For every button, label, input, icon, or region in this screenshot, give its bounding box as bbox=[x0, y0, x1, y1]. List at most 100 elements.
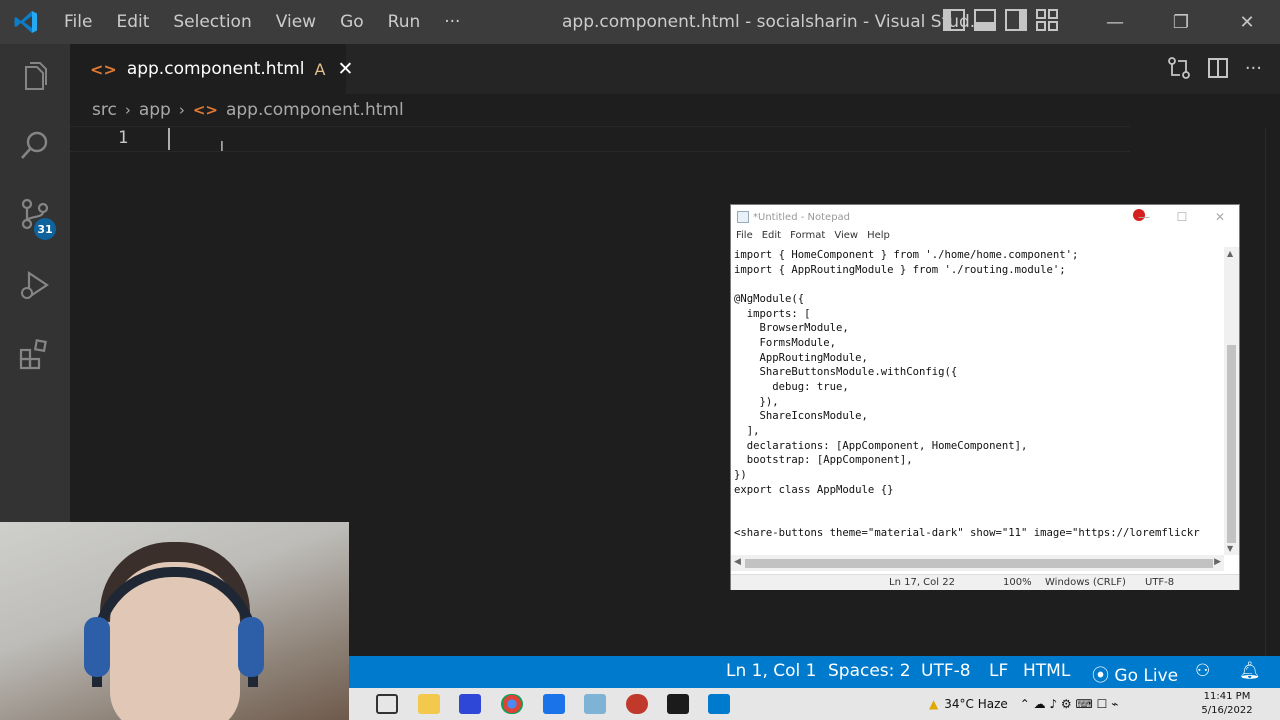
go-live-button[interactable]: ⦿ Go Live bbox=[1092, 661, 1178, 686]
system-tray: ▲ 34°C Haze ⌃ ☁ ♪ ⚙ ⌨ ☐ ⌁ bbox=[929, 688, 1118, 720]
notepad-line bbox=[734, 277, 1222, 292]
menu-more[interactable]: ··· bbox=[432, 0, 472, 44]
layout-controls bbox=[943, 9, 1058, 31]
restore-icon[interactable]: ❐ bbox=[1148, 0, 1214, 44]
chevron-right-icon: › bbox=[124, 101, 131, 119]
menu-file[interactable]: File bbox=[52, 0, 104, 44]
app-icon-blue[interactable] bbox=[543, 694, 565, 714]
scroll-down-icon[interactable]: ▼ bbox=[1227, 544, 1233, 553]
tab-close-icon[interactable]: ✕ bbox=[337, 58, 353, 80]
breadcrumb-file[interactable]: app.component.html bbox=[226, 100, 404, 120]
breadcrumb-app[interactable]: app bbox=[139, 100, 171, 120]
run-debug-icon[interactable] bbox=[0, 252, 70, 320]
terminal-icon[interactable] bbox=[667, 694, 689, 714]
vscode-taskbar-icon[interactable] bbox=[708, 694, 730, 714]
notepad-line-ending: Windows (CRLF) bbox=[1045, 577, 1126, 588]
notepad-menu-file[interactable]: File bbox=[736, 230, 758, 246]
notepad-close-icon[interactable]: ✕ bbox=[1201, 205, 1239, 229]
status-bar: Ln 1, Col 1 Spaces: 2 UTF-8 LF HTML ⦿ Go… bbox=[349, 656, 1280, 688]
toggle-panel-icon[interactable] bbox=[974, 9, 996, 31]
notepad-line bbox=[734, 497, 1222, 512]
tab-bar: <> app.component.html A ✕ ··· bbox=[70, 44, 1280, 94]
notepad-line: BrowserModule, bbox=[734, 322, 849, 335]
scroll-up-icon[interactable]: ▲ bbox=[1227, 249, 1233, 258]
headset-ear-left bbox=[84, 617, 110, 677]
notepad-zoom: 100% bbox=[1003, 577, 1032, 588]
status-eol[interactable]: LF bbox=[989, 661, 1008, 681]
clock[interactable]: 11:41 PM 5/16/2022 bbox=[1199, 690, 1255, 718]
windows-taskbar: ▲ 34°C Haze ⌃ ☁ ♪ ⚙ ⌨ ☐ ⌁ 11:41 PM 5/16/… bbox=[349, 688, 1280, 720]
html-file-icon: <> bbox=[192, 101, 218, 119]
menu-run[interactable]: Run bbox=[376, 0, 433, 44]
search-icon[interactable] bbox=[0, 112, 70, 180]
menu-bar: File Edit Selection View Go Run ··· bbox=[52, 0, 472, 44]
breadcrumb-src[interactable]: src bbox=[92, 100, 117, 120]
go-live-label: Go Live bbox=[1114, 666, 1179, 686]
notepad-line: ShareIconsModule, bbox=[734, 410, 868, 423]
menu-view[interactable]: View bbox=[264, 0, 328, 44]
toggle-primary-sidebar-icon[interactable] bbox=[943, 9, 965, 31]
notepad-statusbar: Ln 17, Col 22 100% Windows (CRLF) UTF-8 bbox=[731, 574, 1239, 590]
editor-scrollbar[interactable] bbox=[1265, 128, 1266, 658]
notepad-icon bbox=[737, 211, 749, 223]
scroll-left-icon[interactable]: ◀ bbox=[734, 557, 741, 567]
customize-layout-icon[interactable] bbox=[1036, 9, 1058, 31]
notepad-vertical-scrollbar[interactable]: ▲ ▼ bbox=[1224, 247, 1239, 555]
notepad-menu-view[interactable]: View bbox=[834, 230, 863, 246]
notifications-bell-icon[interactable]: 🔔︎ bbox=[1239, 661, 1261, 681]
broadcast-icon: ⦿ bbox=[1092, 666, 1109, 686]
notepad-line bbox=[734, 512, 1222, 527]
source-control-icon[interactable] bbox=[0, 180, 70, 248]
chevron-right-icon: › bbox=[178, 101, 185, 119]
app-icon[interactable] bbox=[459, 694, 481, 714]
notepad-line: }), bbox=[734, 395, 779, 408]
notepad-vscroll-thumb[interactable] bbox=[1227, 345, 1236, 543]
text-cursor bbox=[168, 128, 170, 150]
status-encoding[interactable]: UTF-8 bbox=[921, 661, 971, 681]
chrome-icon[interactable] bbox=[501, 694, 523, 714]
current-line-highlight bbox=[70, 126, 1130, 152]
notepad-menu-edit[interactable]: Edit bbox=[762, 230, 786, 246]
app-icon-light[interactable] bbox=[584, 694, 606, 714]
app-icon-red[interactable] bbox=[626, 694, 648, 714]
notepad-line: FormsModule, bbox=[734, 336, 837, 349]
menu-go[interactable]: Go bbox=[328, 0, 376, 44]
menu-selection[interactable]: Selection bbox=[161, 0, 263, 44]
notepad-text-area[interactable]: import { HomeComponent } from './home/ho… bbox=[734, 248, 1222, 556]
notepad-menu-help[interactable]: Help bbox=[867, 230, 895, 246]
file-explorer-icon[interactable] bbox=[418, 694, 440, 714]
tab-app-component-html[interactable]: <> app.component.html A ✕ bbox=[70, 44, 353, 94]
window-controls: — ❐ ✕ bbox=[1082, 0, 1280, 44]
open-changes-icon[interactable] bbox=[1167, 56, 1191, 80]
status-language[interactable]: HTML bbox=[1023, 661, 1070, 681]
menu-edit[interactable]: Edit bbox=[104, 0, 161, 44]
minimize-icon[interactable]: — bbox=[1082, 0, 1148, 44]
notepad-line: export class AppModule {} bbox=[734, 483, 894, 496]
feedback-icon[interactable]: ⚇ bbox=[1195, 661, 1210, 681]
explorer-icon[interactable] bbox=[0, 44, 70, 112]
extensions-icon[interactable] bbox=[0, 320, 70, 388]
status-cursor-position[interactable]: Ln 1, Col 1 bbox=[726, 661, 817, 681]
more-actions-icon[interactable]: ··· bbox=[1245, 58, 1262, 79]
status-indentation[interactable]: Spaces: 2 bbox=[828, 661, 911, 681]
notepad-window: *Untitled - Notepad — ☐ ✕ File Edit Form… bbox=[730, 204, 1240, 590]
close-window-icon[interactable]: ✕ bbox=[1214, 0, 1280, 44]
ibeam-cursor-icon: I bbox=[220, 140, 224, 155]
notepad-hscroll-thumb[interactable] bbox=[745, 559, 1213, 568]
weather-text[interactable]: 34°C Haze bbox=[944, 697, 1008, 711]
task-view-icon[interactable] bbox=[376, 694, 398, 714]
notepad-horizontal-scrollbar[interactable]: ◀ ▶ bbox=[731, 555, 1224, 571]
notepad-maximize-icon[interactable]: ☐ bbox=[1163, 205, 1201, 229]
tray-icons[interactable]: ⌃ ☁ ♪ ⚙ ⌨ ☐ ⌁ bbox=[1020, 697, 1119, 711]
clock-time: 11:41 PM bbox=[1203, 691, 1251, 702]
notepad-minimize-icon[interactable]: — bbox=[1125, 205, 1163, 229]
scroll-right-icon[interactable]: ▶ bbox=[1214, 557, 1221, 567]
notepad-menu-format[interactable]: Format bbox=[790, 230, 830, 246]
toggle-secondary-sidebar-icon[interactable] bbox=[1005, 9, 1027, 31]
weather-icon: ▲ bbox=[929, 697, 939, 711]
split-editor-icon[interactable] bbox=[1207, 57, 1229, 79]
notepad-line: @NgModule({ bbox=[734, 292, 805, 305]
scm-badge: 31 bbox=[34, 218, 56, 240]
notepad-title: *Untitled - Notepad bbox=[753, 211, 851, 223]
clock-date: 5/16/2022 bbox=[1201, 705, 1253, 716]
